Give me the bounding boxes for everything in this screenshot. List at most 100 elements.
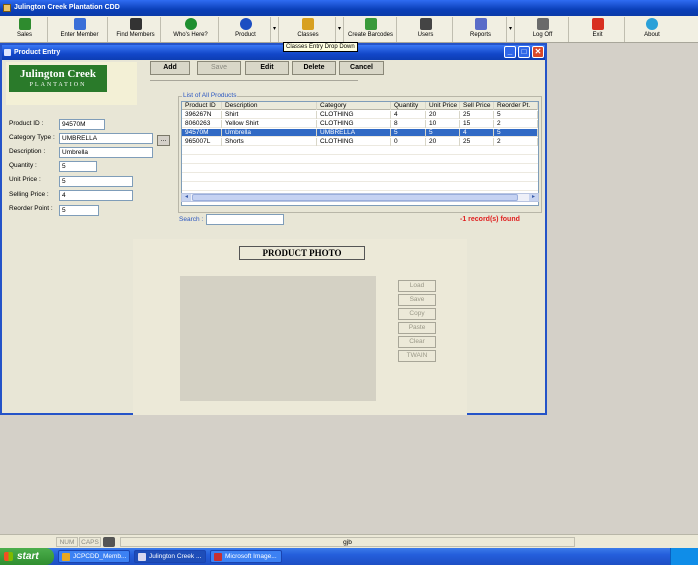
unit-price-label: Unit Price : bbox=[9, 176, 41, 183]
table-row[interactable]: 8060263 Yellow Shirt CLOTHING 8 10 15 2 bbox=[182, 120, 538, 128]
main-toolbar: Sales Enter Member Find Members Who's He… bbox=[0, 16, 698, 43]
taskbar-item-label: Julington Creek ... bbox=[149, 553, 202, 560]
product-photo-box bbox=[180, 276, 376, 401]
table-cell: 4 bbox=[391, 111, 426, 119]
column-header[interactable]: Category bbox=[317, 102, 391, 110]
taskbar-item-image[interactable]: Microsoft Image... bbox=[210, 550, 282, 563]
status-bar: NUM CAPS gjb bbox=[0, 534, 698, 548]
unit-price-field[interactable]: 5 bbox=[59, 176, 133, 187]
product-dropdown-arrow[interactable]: ▾ bbox=[271, 17, 279, 42]
table-row[interactable]: 396267N Shirt CLOTHING 4 20 25 5 bbox=[182, 111, 538, 119]
toolbar-create-barcodes-button[interactable]: Create Barcodes bbox=[345, 17, 397, 42]
table-cell: Shirt bbox=[222, 111, 317, 119]
selling-price-field[interactable]: 4 bbox=[59, 190, 133, 201]
maximize-button[interactable]: □ bbox=[518, 46, 530, 58]
description-label: Description : bbox=[9, 148, 46, 155]
classes-icon bbox=[302, 18, 314, 30]
column-header[interactable]: Quantity bbox=[391, 102, 426, 110]
column-header[interactable]: Sell Price bbox=[460, 102, 494, 110]
cancel-button[interactable]: Cancel bbox=[339, 61, 384, 75]
toolbar-label: Users bbox=[417, 32, 434, 38]
toolbar-label: Product bbox=[235, 32, 256, 38]
minimize-button[interactable]: _ bbox=[504, 46, 516, 58]
column-header[interactable]: Description bbox=[222, 102, 317, 110]
window-title-bar[interactable]: Product Entry _ □ ✕ bbox=[2, 45, 545, 60]
table-cell: 15 bbox=[460, 120, 494, 128]
grid-horizontal-scrollbar[interactable]: ◂ ▸ bbox=[181, 193, 539, 202]
toolbar-about-button[interactable]: About bbox=[627, 17, 677, 42]
sales-icon bbox=[18, 18, 31, 30]
classes-dropdown-arrow[interactable]: ▾ bbox=[336, 17, 344, 42]
delete-button[interactable]: Delete bbox=[292, 61, 336, 75]
taskbar-item-label: JCPCDD_Memb... bbox=[73, 553, 127, 560]
photo-copy-button[interactable]: Copy bbox=[398, 308, 436, 320]
julington-creek-logo: Julington Creek PLANTATION bbox=[9, 65, 107, 92]
app-icon bbox=[3, 4, 11, 12]
toolbar-sales-button[interactable]: Sales bbox=[2, 17, 48, 42]
status-user: gjb bbox=[120, 537, 575, 547]
table-cell: Umbrella bbox=[222, 129, 317, 137]
reorder-point-field[interactable]: 5 bbox=[59, 205, 99, 216]
num-lock-indicator: NUM bbox=[56, 537, 78, 547]
photo-clear-button[interactable]: Clear bbox=[398, 336, 436, 348]
system-tray[interactable] bbox=[670, 548, 698, 565]
toolbar-exit-button[interactable]: Exit bbox=[571, 17, 625, 42]
edit-button[interactable]: Edit bbox=[245, 61, 289, 75]
quantity-field[interactable]: 5 bbox=[59, 161, 97, 172]
start-button[interactable]: start bbox=[0, 548, 54, 565]
category-browse-button[interactable]: ... bbox=[157, 135, 170, 146]
toolbar-label: Create Barcodes bbox=[347, 32, 394, 38]
table-cell: 965007L bbox=[182, 138, 222, 146]
empty-row bbox=[182, 174, 538, 182]
toolbar-label: About bbox=[644, 32, 660, 38]
products-grid[interactable]: Product ID Description Category Quantity… bbox=[181, 101, 539, 206]
about-icon bbox=[646, 18, 658, 30]
photo-paste-button[interactable]: Paste bbox=[398, 322, 436, 334]
reports-dropdown-arrow[interactable]: ▾ bbox=[507, 17, 515, 42]
toolbar-product-button[interactable]: Product bbox=[221, 17, 271, 42]
close-button[interactable]: ✕ bbox=[532, 46, 544, 58]
description-field[interactable]: Umbrella bbox=[59, 147, 153, 158]
product-id-field[interactable]: 94570M bbox=[59, 119, 105, 130]
taskbar-item-label: Microsoft Image... bbox=[225, 553, 277, 560]
column-header[interactable]: Unit Price bbox=[426, 102, 460, 110]
table-cell: 5 bbox=[426, 129, 460, 137]
search-input[interactable] bbox=[206, 214, 284, 225]
photo-save-button[interactable]: Save bbox=[398, 294, 436, 306]
photo-twain-button[interactable]: TWAIN bbox=[398, 350, 436, 362]
scroll-thumb[interactable] bbox=[192, 194, 518, 201]
table-cell: CLOTHING bbox=[317, 111, 391, 119]
toolbar-users-button[interactable]: Users bbox=[399, 17, 453, 42]
scroll-right-icon[interactable]: ▸ bbox=[529, 194, 538, 201]
enter-member-icon bbox=[73, 18, 86, 30]
taskbar-item-jcpcdd[interactable]: JCPCDD_Memb... bbox=[58, 550, 130, 563]
table-row[interactable]: 965007L Shorts CLOTHING 0 20 25 2 bbox=[182, 138, 538, 146]
taskbar-item-julington[interactable]: Julington Creek ... bbox=[134, 550, 206, 563]
column-header[interactable]: Reorder Pt. bbox=[494, 102, 538, 110]
toolbar-log-off-button[interactable]: Log Off bbox=[517, 17, 569, 42]
table-cell: CLOTHING bbox=[317, 120, 391, 128]
table-cell: 2 bbox=[494, 138, 538, 146]
category-type-field[interactable]: UMBRELLA bbox=[59, 133, 153, 144]
app-icon bbox=[62, 553, 70, 561]
category-type-label: Category Type : bbox=[9, 134, 55, 141]
save-button[interactable]: Save bbox=[197, 61, 241, 75]
product-photo-title: PRODUCT PHOTO bbox=[239, 246, 365, 260]
toolbar-find-members-button[interactable]: Find Members bbox=[111, 17, 161, 42]
column-header[interactable]: Product ID bbox=[182, 102, 222, 110]
toolbar-label: Classes bbox=[297, 32, 319, 38]
table-cell: 2 bbox=[494, 120, 538, 128]
selling-price-label: Selling Price : bbox=[9, 191, 49, 198]
add-button[interactable]: Add bbox=[150, 61, 190, 75]
table-cell: Yellow Shirt bbox=[222, 120, 317, 128]
table-cell: 25 bbox=[460, 138, 494, 146]
table-row-selected[interactable]: 94570M Umbrella UMBRELLA 5 5 4 5 bbox=[182, 129, 538, 137]
scroll-left-icon[interactable]: ◂ bbox=[182, 194, 191, 201]
toolbar-label: Sales bbox=[16, 32, 32, 38]
table-cell: 4 bbox=[460, 129, 494, 137]
photo-load-button[interactable]: Load bbox=[398, 280, 436, 292]
toolbar-enter-member-button[interactable]: Enter Member bbox=[52, 17, 108, 42]
toolbar-classes-button[interactable]: Classes bbox=[281, 17, 336, 42]
toolbar-reports-button[interactable]: Reports bbox=[455, 17, 507, 42]
toolbar-whos-here-button[interactable]: Who's Here? bbox=[163, 17, 219, 42]
